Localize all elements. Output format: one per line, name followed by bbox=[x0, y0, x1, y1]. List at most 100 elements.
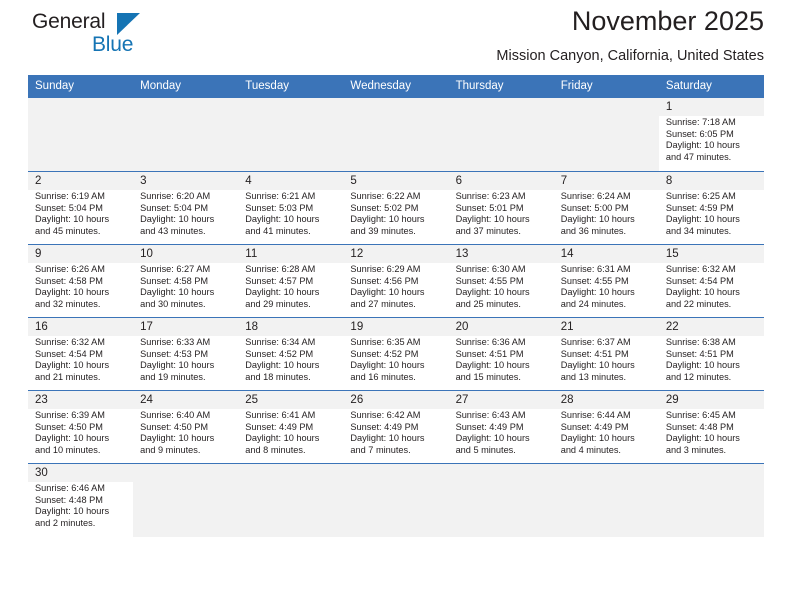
empty-day-body bbox=[658, 482, 764, 537]
calendar-cell-day-10[interactable]: 10 Sunrise: 6:27 AM Sunset: 4:58 PM Dayligh… bbox=[133, 244, 239, 318]
day-cell[interactable]: 11 Sunrise: 6:28 AM Sunset: 4:57 PM Dayligh… bbox=[238, 245, 344, 317]
day-number: 13 bbox=[448, 245, 554, 263]
sunrise-text: Sunrise: 6:28 AM bbox=[245, 264, 316, 274]
day-cell[interactable]: 9 Sunrise: 6:26 AM Sunset: 4:58 PM Daylight… bbox=[28, 245, 134, 317]
calendar-week-row: 2 Sunrise: 6:19 AM Sunset: 5:04 PM Daylight… bbox=[28, 171, 764, 245]
day-cell[interactable]: 13 Sunrise: 6:30 AM Sunset: 4:55 PM Dayligh… bbox=[448, 245, 554, 317]
day-cell[interactable]: 8 Sunrise: 6:25 AM Sunset: 4:59 PM Daylight… bbox=[658, 172, 764, 244]
daylight-text-line1: Daylight: 10 hours bbox=[35, 360, 110, 371]
day-cell[interactable]: 27 Sunrise: 6:43 AM Sunset: 4:49 PM Dayligh… bbox=[448, 391, 554, 463]
empty-day-body bbox=[343, 116, 449, 171]
empty-day-cell bbox=[343, 464, 449, 537]
day-cell[interactable]: 17 Sunrise: 6:33 AM Sunset: 4:53 PM Dayligh… bbox=[133, 318, 239, 390]
calendar-cell-day-30[interactable]: 30 Sunrise: 6:46 AM Sunset: 4:48 PM Dayligh… bbox=[28, 463, 134, 537]
calendar-week-row: 23 Sunrise: 6:39 AM Sunset: 4:50 PM Dayligh… bbox=[28, 390, 764, 464]
sunrise-text: Sunrise: 6:33 AM bbox=[140, 337, 211, 347]
empty-day-cell bbox=[133, 98, 239, 171]
day-number: 2 bbox=[28, 172, 134, 190]
day-number: 19 bbox=[343, 318, 449, 336]
day-cell[interactable]: 19 Sunrise: 6:35 AM Sunset: 4:52 PM Dayligh… bbox=[343, 318, 449, 390]
calendar-cell-day-22[interactable]: 22 Sunrise: 6:38 AM Sunset: 4:51 PM Dayligh… bbox=[658, 317, 764, 391]
calendar-cell-day-2[interactable]: 2 Sunrise: 6:19 AM Sunset: 5:04 PM Daylight… bbox=[28, 171, 134, 245]
general-blue-logo[interactable]: General Blue bbox=[32, 10, 162, 62]
day-cell[interactable]: 7 Sunrise: 6:24 AM Sunset: 5:00 PM Daylight… bbox=[553, 172, 659, 244]
calendar-cell-day-26[interactable]: 26 Sunrise: 6:42 AM Sunset: 4:49 PM Dayligh… bbox=[343, 390, 449, 464]
calendar-cell-day-27[interactable]: 27 Sunrise: 6:43 AM Sunset: 4:49 PM Dayligh… bbox=[448, 390, 554, 464]
calendar-cell-day-24[interactable]: 24 Sunrise: 6:40 AM Sunset: 4:50 PM Dayligh… bbox=[133, 390, 239, 464]
day-cell[interactable]: 23 Sunrise: 6:39 AM Sunset: 4:50 PM Dayligh… bbox=[28, 391, 134, 463]
day-cell[interactable]: 4 Sunrise: 6:21 AM Sunset: 5:03 PM Daylight… bbox=[238, 172, 344, 244]
empty-day-number bbox=[448, 98, 554, 116]
day-cell[interactable]: 20 Sunrise: 6:36 AM Sunset: 4:51 PM Dayligh… bbox=[448, 318, 554, 390]
day-cell[interactable]: 25 Sunrise: 6:41 AM Sunset: 4:49 PM Dayligh… bbox=[238, 391, 344, 463]
calendar-cell-day-7[interactable]: 7 Sunrise: 6:24 AM Sunset: 5:00 PM Daylight… bbox=[553, 171, 659, 245]
day-number: 10 bbox=[133, 245, 239, 263]
calendar-cell-day-12[interactable]: 12 Sunrise: 6:29 AM Sunset: 4:56 PM Dayligh… bbox=[343, 244, 449, 318]
weekday-header-thursday: Thursday bbox=[448, 75, 554, 98]
calendar-cell-day-20[interactable]: 20 Sunrise: 6:36 AM Sunset: 4:51 PM Dayligh… bbox=[448, 317, 554, 391]
calendar-cell-day-29[interactable]: 29 Sunrise: 6:45 AM Sunset: 4:48 PM Dayligh… bbox=[658, 390, 764, 464]
calendar-cell-day-5[interactable]: 5 Sunrise: 6:22 AM Sunset: 5:02 PM Daylight… bbox=[343, 171, 449, 245]
day-cell[interactable]: 1 Sunrise: 7:18 AM Sunset: 6:05 PM Daylight… bbox=[658, 98, 764, 171]
calendar-cell-day-11[interactable]: 11 Sunrise: 6:28 AM Sunset: 4:57 PM Dayligh… bbox=[238, 244, 344, 318]
calendar-cell-day-25[interactable]: 25 Sunrise: 6:41 AM Sunset: 4:49 PM Dayligh… bbox=[238, 390, 344, 464]
empty-day-body bbox=[238, 116, 344, 171]
sunrise-text: Sunrise: 6:45 AM bbox=[665, 410, 736, 420]
daylight-text-line1: Daylight: 10 hours bbox=[35, 433, 110, 444]
sunrise-text: Sunrise: 6:24 AM bbox=[560, 191, 631, 201]
day-cell[interactable]: 3 Sunrise: 6:20 AM Sunset: 5:04 PM Daylight… bbox=[133, 172, 239, 244]
sunset-text: Sunset: 4:49 PM bbox=[245, 421, 314, 432]
calendar-cell-day-8[interactable]: 8 Sunrise: 6:25 AM Sunset: 4:59 PM Daylight… bbox=[658, 171, 764, 245]
day-details: Sunrise: 6:44 AM Sunset: 4:49 PM Daylight:… bbox=[554, 409, 659, 456]
day-cell[interactable]: 12 Sunrise: 6:29 AM Sunset: 4:56 PM Dayligh… bbox=[343, 245, 449, 317]
day-cell[interactable]: 22 Sunrise: 6:38 AM Sunset: 4:51 PM Dayligh… bbox=[658, 318, 764, 390]
day-details: Sunrise: 6:39 AM Sunset: 4:50 PM Daylight:… bbox=[28, 409, 133, 456]
day-cell[interactable]: 28 Sunrise: 6:44 AM Sunset: 4:49 PM Dayligh… bbox=[553, 391, 659, 463]
sunset-text: Sunset: 4:49 PM bbox=[560, 421, 629, 432]
daylight-text-line2: and 27 minutes. bbox=[350, 298, 416, 309]
empty-day-number bbox=[553, 98, 659, 116]
sunset-text: Sunset: 4:52 PM bbox=[350, 348, 419, 359]
calendar-cell-day-28[interactable]: 28 Sunrise: 6:44 AM Sunset: 4:49 PM Dayligh… bbox=[553, 390, 659, 464]
day-cell[interactable]: 29 Sunrise: 6:45 AM Sunset: 4:48 PM Dayligh… bbox=[658, 391, 764, 463]
day-cell[interactable]: 26 Sunrise: 6:42 AM Sunset: 4:49 PM Dayligh… bbox=[343, 391, 449, 463]
calendar-cell-empty bbox=[448, 98, 554, 172]
sunset-text: Sunset: 4:50 PM bbox=[140, 421, 209, 432]
sunrise-text: Sunrise: 6:41 AM bbox=[245, 410, 316, 420]
day-cell[interactable]: 21 Sunrise: 6:37 AM Sunset: 4:51 PM Dayligh… bbox=[553, 318, 659, 390]
calendar-cell-day-14[interactable]: 14 Sunrise: 6:31 AM Sunset: 4:55 PM Dayligh… bbox=[553, 244, 659, 318]
day-cell[interactable]: 30 Sunrise: 6:46 AM Sunset: 4:48 PM Dayligh… bbox=[28, 464, 134, 537]
sunset-text: Sunset: 4:58 PM bbox=[140, 275, 209, 286]
calendar-cell-day-4[interactable]: 4 Sunrise: 6:21 AM Sunset: 5:03 PM Daylight… bbox=[238, 171, 344, 245]
day-cell[interactable]: 24 Sunrise: 6:40 AM Sunset: 4:50 PM Dayligh… bbox=[133, 391, 239, 463]
sunset-text: Sunset: 5:03 PM bbox=[245, 202, 314, 213]
sunrise-text: Sunrise: 6:35 AM bbox=[350, 337, 421, 347]
sunset-text: Sunset: 4:50 PM bbox=[35, 421, 103, 432]
calendar-cell-day-9[interactable]: 9 Sunrise: 6:26 AM Sunset: 4:58 PM Daylight… bbox=[28, 244, 134, 318]
day-cell[interactable]: 5 Sunrise: 6:22 AM Sunset: 5:02 PM Daylight… bbox=[343, 172, 449, 244]
day-number: 30 bbox=[28, 464, 134, 482]
day-cell[interactable]: 18 Sunrise: 6:34 AM Sunset: 4:52 PM Dayligh… bbox=[238, 318, 344, 390]
calendar-cell-day-13[interactable]: 13 Sunrise: 6:30 AM Sunset: 4:55 PM Dayligh… bbox=[448, 244, 554, 318]
day-details: Sunrise: 6:33 AM Sunset: 4:53 PM Daylight:… bbox=[133, 336, 238, 383]
calendar-cell-day-17[interactable]: 17 Sunrise: 6:33 AM Sunset: 4:53 PM Dayligh… bbox=[133, 317, 239, 391]
day-cell[interactable]: 10 Sunrise: 6:27 AM Sunset: 4:58 PM Dayligh… bbox=[133, 245, 239, 317]
daylight-text-line2: and 32 minutes. bbox=[35, 298, 101, 309]
calendar-cell-day-1[interactable]: 1 Sunrise: 7:18 AM Sunset: 6:05 PM Daylight… bbox=[658, 98, 764, 172]
calendar-cell-day-16[interactable]: 16 Sunrise: 6:32 AM Sunset: 4:54 PM Dayligh… bbox=[28, 317, 134, 391]
calendar-cell-day-6[interactable]: 6 Sunrise: 6:23 AM Sunset: 5:01 PM Daylight… bbox=[448, 171, 554, 245]
calendar-cell-day-18[interactable]: 18 Sunrise: 6:34 AM Sunset: 4:52 PM Dayligh… bbox=[238, 317, 344, 391]
page-subtitle: Mission Canyon, California, United State… bbox=[496, 48, 764, 64]
day-details: Sunrise: 6:21 AM Sunset: 5:03 PM Daylight:… bbox=[238, 190, 343, 237]
day-cell[interactable]: 2 Sunrise: 6:19 AM Sunset: 5:04 PM Daylight… bbox=[28, 172, 134, 244]
day-cell[interactable]: 15 Sunrise: 6:32 AM Sunset: 4:54 PM Dayligh… bbox=[658, 245, 764, 317]
day-cell[interactable]: 14 Sunrise: 6:31 AM Sunset: 4:55 PM Dayligh… bbox=[553, 245, 659, 317]
calendar-cell-day-23[interactable]: 23 Sunrise: 6:39 AM Sunset: 4:50 PM Dayligh… bbox=[28, 390, 134, 464]
calendar-cell-day-15[interactable]: 15 Sunrise: 6:32 AM Sunset: 4:54 PM Dayligh… bbox=[658, 244, 764, 318]
calendar-cell-day-21[interactable]: 21 Sunrise: 6:37 AM Sunset: 4:51 PM Dayligh… bbox=[553, 317, 659, 391]
day-cell[interactable]: 6 Sunrise: 6:23 AM Sunset: 5:01 PM Daylight… bbox=[448, 172, 554, 244]
calendar-cell-day-19[interactable]: 19 Sunrise: 6:35 AM Sunset: 4:52 PM Dayligh… bbox=[343, 317, 449, 391]
sunset-text: Sunset: 4:55 PM bbox=[455, 275, 524, 286]
calendar-cell-day-3[interactable]: 3 Sunrise: 6:20 AM Sunset: 5:04 PM Daylight… bbox=[133, 171, 239, 245]
day-cell[interactable]: 16 Sunrise: 6:32 AM Sunset: 4:54 PM Dayligh… bbox=[28, 318, 134, 390]
